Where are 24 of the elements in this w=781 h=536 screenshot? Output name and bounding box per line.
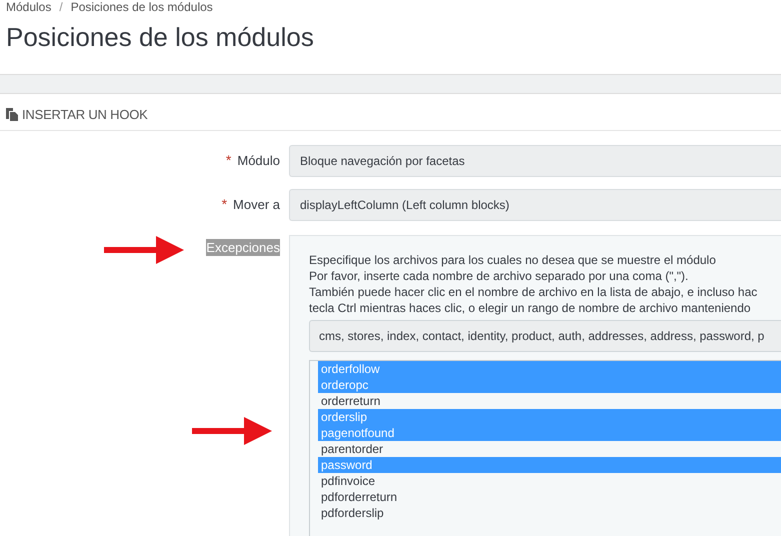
file-list[interactable]: orderfollow orderopc orderreturn orderslip pagenotfound parentorder password pdfinvoice pdforderreturn pdforderslip	[309, 360, 781, 536]
list-option[interactable]: parentorder	[318, 441, 781, 457]
copy-icon	[6, 108, 18, 120]
help-text: También puede hacer clic en el nombre de archivo en la lista de abajo, e incluso hac	[309, 284, 758, 300]
list-option[interactable]: pdforderslip	[318, 505, 781, 521]
breadcrumb-link[interactable]: Posiciones de los módulos	[70, 0, 213, 14]
list-option[interactable]: orderreturn	[318, 393, 781, 409]
select-field[interactable]: displayLeftColumn (Left column blocks)	[289, 189, 781, 221]
page-title: Posiciones de los módulos	[5, 21, 315, 54]
select-field[interactable]: Bloque navegación por facetas	[289, 145, 781, 177]
help-text: Especifique los archivos para los cuales no desea que se muestre el módulo	[309, 252, 717, 268]
field-label: Mover a	[233, 196, 280, 212]
breadcrumb-separator: /	[59, 0, 63, 14]
field-label: Excepciones	[206, 239, 280, 256]
required-asterisk: *	[226, 152, 232, 168]
list-option[interactable]: pdforderreturn	[318, 489, 781, 505]
panel-title: INSERTAR UN HOOK	[22, 106, 148, 122]
list-option[interactable]: pdfinvoice	[318, 473, 781, 489]
breadcrumb-link[interactable]: Módulos	[6, 0, 52, 14]
field-label: Módulo	[237, 152, 280, 168]
help-text: tecla Ctrl mientras haces clic, o elegir un rango de nombre de archivo manteniendo	[309, 300, 752, 316]
help-text: Por favor, inserte cada nombre de archivo separado por una coma (",").	[309, 268, 690, 284]
required-asterisk: *	[222, 196, 228, 212]
input-field[interactable]: cms, stores, index, contact, identity, product, auth, addresses, address, password, p	[309, 320, 781, 352]
